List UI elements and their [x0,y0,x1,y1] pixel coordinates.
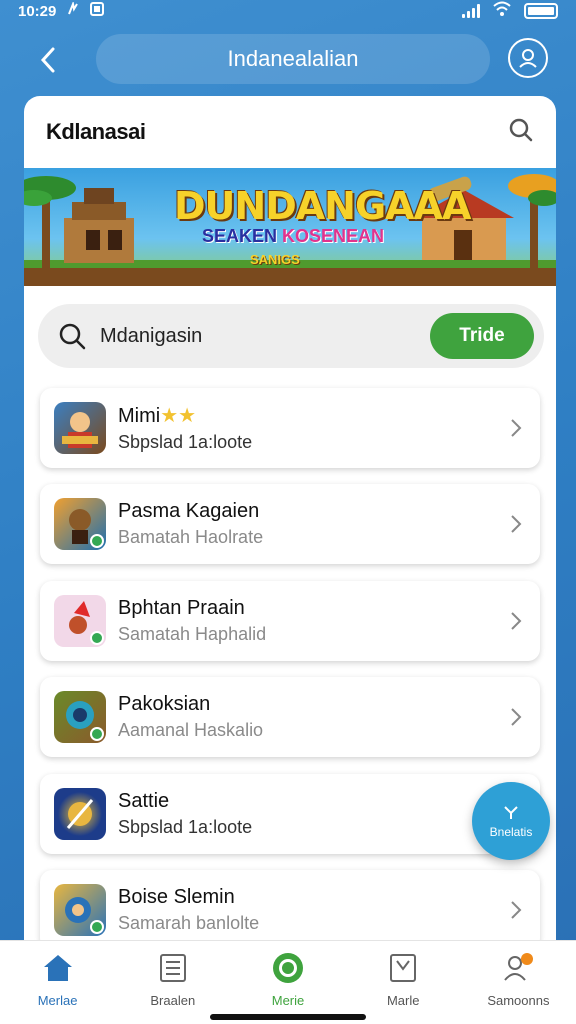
app-text: Mimi★★ Sbpslad 1a:loote [118,403,506,453]
arrow-down-icon [504,806,518,819]
app-description: Samarah banlolte [118,913,260,933]
back-button[interactable] [28,40,68,80]
status-left: 10:29 [18,0,105,20]
search-submit-button[interactable]: Tride [430,313,534,359]
search-icon [59,323,86,350]
app-description: Sbpslad 1a:loote [118,432,253,452]
app-name: Mimi [118,405,161,427]
circle-icon [271,951,305,985]
chevron-left-icon [40,47,55,73]
nav-label: Merlae [37,993,78,1008]
user-icon [519,49,537,68]
people-icon [501,951,535,985]
card-title: Kdlanasai [46,119,146,144]
list-icon [156,951,190,985]
list-item[interactable]: Mimi★★ Sbpslad 1a:loote [40,388,540,468]
nav-item-people[interactable]: Samoonns [461,941,576,1024]
chevron-right-icon [506,514,526,534]
app-text: Pasma Kagaien Bamatah Haolrate [118,500,506,548]
home-icon [41,951,75,985]
app-text: Sattie Sbpslad 1a:loote [118,790,506,838]
app-description: Aamanal Haskalio [118,720,264,740]
page-title: Indanealalian [96,34,490,84]
status-bar: 10:29 [0,0,576,22]
app-icon [54,595,106,647]
app-name: Bphtan Praain [118,597,245,619]
signal-icon [462,4,480,18]
notification-icon [66,0,80,20]
search-button[interactable] [508,117,534,148]
app-text: Boise Slemin Samarah banlolte [118,886,506,934]
app-name: Pakoksian [118,693,211,715]
app-description: Sbpslad 1a:loote [118,817,253,837]
app-icon [54,498,106,550]
profile-button[interactable] [508,38,548,78]
promo-banner[interactable]: DUNDANGAAA SEAKEN KOSENEAN SANIGS [24,168,556,286]
nav-label: Braalen [150,993,196,1008]
banner-subtitle: SEAKEN KOSENEAN [202,226,384,247]
home-indicator[interactable] [210,1014,366,1020]
app-name: Sattie [118,790,170,812]
nav-label: Merie [271,993,305,1008]
nav-item-center[interactable]: Merie [230,941,345,1024]
list-item[interactable]: Bphtan Praain Samatah Haphalid [40,581,540,661]
list-item[interactable]: Sattie Sbpslad 1a:loote [40,774,540,854]
list-item[interactable]: Pakoksian Aamanal Haskalio [40,677,540,757]
top-header: Indanealalian [0,30,576,88]
gallery-icon [90,2,105,20]
nav-item-bag[interactable]: Marle [346,941,461,1024]
banner-sub-right: KOSENEAN [282,226,385,246]
status-time: 10:29 [18,2,57,20]
nav-item-list[interactable]: Braalen [115,941,230,1024]
list-item[interactable]: Boise Slemin Samarah banlolte [40,870,540,950]
card-header: Kdlanasai [24,96,556,168]
chevron-right-icon [506,611,526,631]
bottom-nav: Merlae Braalen Merie Marle Samoonns [0,940,576,1024]
chevron-right-icon [506,418,526,438]
app-icon [54,691,106,743]
nav-label: Marle [386,993,420,1008]
battery-icon [524,3,558,19]
fab-label: Bnelatis [489,825,533,839]
app-text: Bphtan Praain Samatah Haphalid [118,597,506,645]
chevron-right-icon [506,900,526,920]
wifi-icon [492,1,512,21]
app-text: Pakoksian Aamanal Haskalio [118,693,506,741]
nav-label: Samoonns [487,993,550,1008]
list-item[interactable]: Pasma Kagaien Bamatah Haolrate [40,484,540,564]
status-right [462,1,558,21]
search-input[interactable] [100,324,430,348]
banner-title: DUNDANGAAA [174,184,471,228]
star-rating: ★★ [160,405,197,427]
banner-tag: SANIGS [250,252,300,267]
search-icon [509,118,533,141]
floating-action-button[interactable]: Bnelatis [472,782,550,860]
app-icon [54,402,106,454]
banner-sub-left: SEAKEN [202,226,278,246]
app-name: Pasma Kagaien [118,500,260,522]
app-icon [54,884,106,936]
search-bar: Tride [38,304,544,368]
bag-icon [386,951,420,985]
app-description: Bamatah Haolrate [118,527,264,547]
app-icon [54,788,106,840]
app-description: Samatah Haphalid [118,624,267,644]
app-name: Boise Slemin [118,886,235,908]
chevron-right-icon [506,707,526,727]
nav-item-home[interactable]: Merlae [0,941,115,1024]
